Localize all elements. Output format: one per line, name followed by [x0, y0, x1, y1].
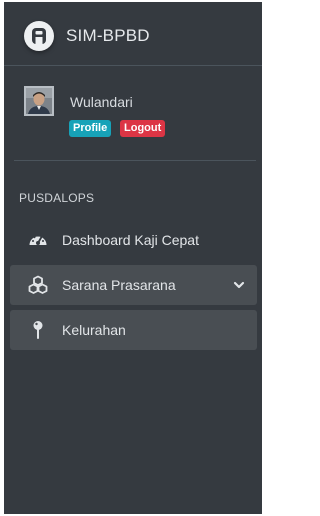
- nav-item-sarana-prasarana[interactable]: Sarana Prasarana: [10, 265, 257, 305]
- sidebar: SIM-BPBD Wulandari Profile Logout PUSDAL…: [4, 2, 262, 514]
- nav-header: PUSDALOPS: [19, 191, 95, 205]
- tachometer-icon: [28, 230, 48, 250]
- brand-title: SIM-BPBD: [66, 26, 150, 45]
- map-pin-icon: [28, 320, 48, 340]
- brand-link[interactable]: SIM-BPBD: [4, 2, 262, 66]
- cubes-icon: [28, 275, 48, 295]
- logout-button[interactable]: Logout: [120, 120, 166, 137]
- nav-item-dashboard-kaji-cepat[interactable]: Dashboard Kaji Cepat: [10, 220, 257, 260]
- nav-item-kelurahan[interactable]: Kelurahan: [10, 310, 257, 350]
- profile-button[interactable]: Profile: [69, 120, 112, 137]
- user-name[interactable]: Wulandari: [70, 94, 133, 110]
- user-avatar-icon: [24, 86, 54, 116]
- nav-label-kelurahan: Kelurahan: [62, 322, 126, 338]
- nav-label-sarana-prasarana: Sarana Prasarana: [62, 277, 176, 293]
- user-panel: Wulandari Profile Logout: [4, 66, 262, 161]
- chevron-down-icon[interactable]: [233, 278, 245, 290]
- nav-label-dashboard-kaji-cepat: Dashboard Kaji Cepat: [62, 232, 199, 248]
- brand-logo-icon: [24, 21, 54, 51]
- divider: [14, 160, 256, 161]
